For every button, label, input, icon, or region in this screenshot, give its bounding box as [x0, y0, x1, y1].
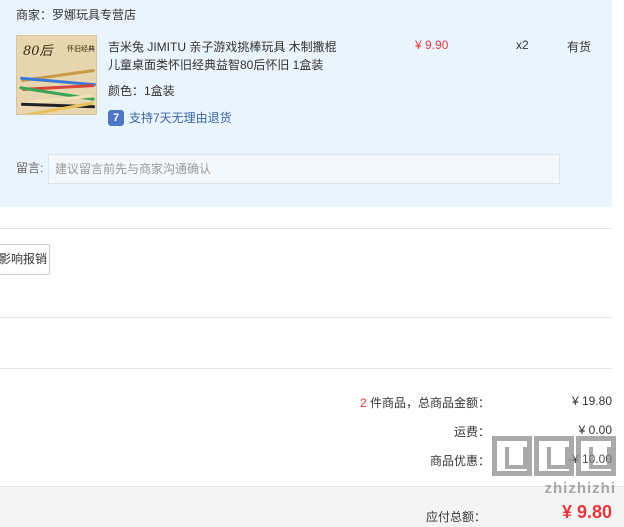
- thumbnail-tag: 80后: [23, 44, 53, 59]
- return-policy-icon: 7: [108, 109, 124, 126]
- watermark-glyph: [492, 436, 532, 476]
- items-label-text: 件商品，总商品金额：: [366, 396, 490, 410]
- watermark-glyph: [534, 436, 574, 476]
- divider: [0, 228, 612, 229]
- message-label: 留言:: [16, 161, 44, 175]
- watermark-logo: [466, 436, 616, 476]
- divider: [0, 317, 612, 318]
- product-thumbnail[interactable]: 80后 怀旧经典: [16, 35, 97, 115]
- product-spec: 颜色：1盒装: [108, 84, 175, 98]
- order-item-panel: 商家：罗娜玩具专营店 80后 怀旧经典 吉米兔 JIMITU 亲子游戏挑棒玩具 …: [0, 0, 612, 207]
- quantity: x2: [516, 38, 529, 52]
- watermark: zhizhizhi: [466, 436, 616, 520]
- checkout-page: 商家：罗娜玩具专营店 80后 怀旧经典 吉米兔 JIMITU 亲子游戏挑棒玩具 …: [0, 0, 624, 527]
- unit-price: ¥ 9.90: [415, 38, 449, 52]
- stock-status: 有货: [567, 40, 592, 54]
- invoice-button[interactable]: 影响报销: [0, 244, 50, 275]
- watermark-text: zhizhizhi: [544, 480, 616, 497]
- divider: [0, 368, 612, 369]
- message-input[interactable]: 建议留言前先与商家沟通确认: [48, 154, 560, 184]
- watermark-glyph: [576, 436, 616, 476]
- shipping-value: ¥ 0.00: [578, 423, 612, 437]
- items-count: 2: [359, 396, 367, 410]
- thumbnail-tag-2: 怀旧经典: [67, 46, 95, 53]
- product-title[interactable]: 吉米兔 JIMITU 亲子游戏挑棒玩具 木制撒棍儿童桌面类怀旧经典益智80后怀旧…: [108, 38, 348, 74]
- return-policy-label: 支持7天无理由退货: [129, 111, 232, 125]
- return-policy[interactable]: 7 支持7天无理由退货: [108, 109, 232, 126]
- items-total: ¥ 19.80: [571, 394, 612, 408]
- shop-name: 商家：罗娜玩具专营店: [16, 8, 137, 22]
- summary-items-label: 2 件商品，总商品金额：: [360, 394, 490, 411]
